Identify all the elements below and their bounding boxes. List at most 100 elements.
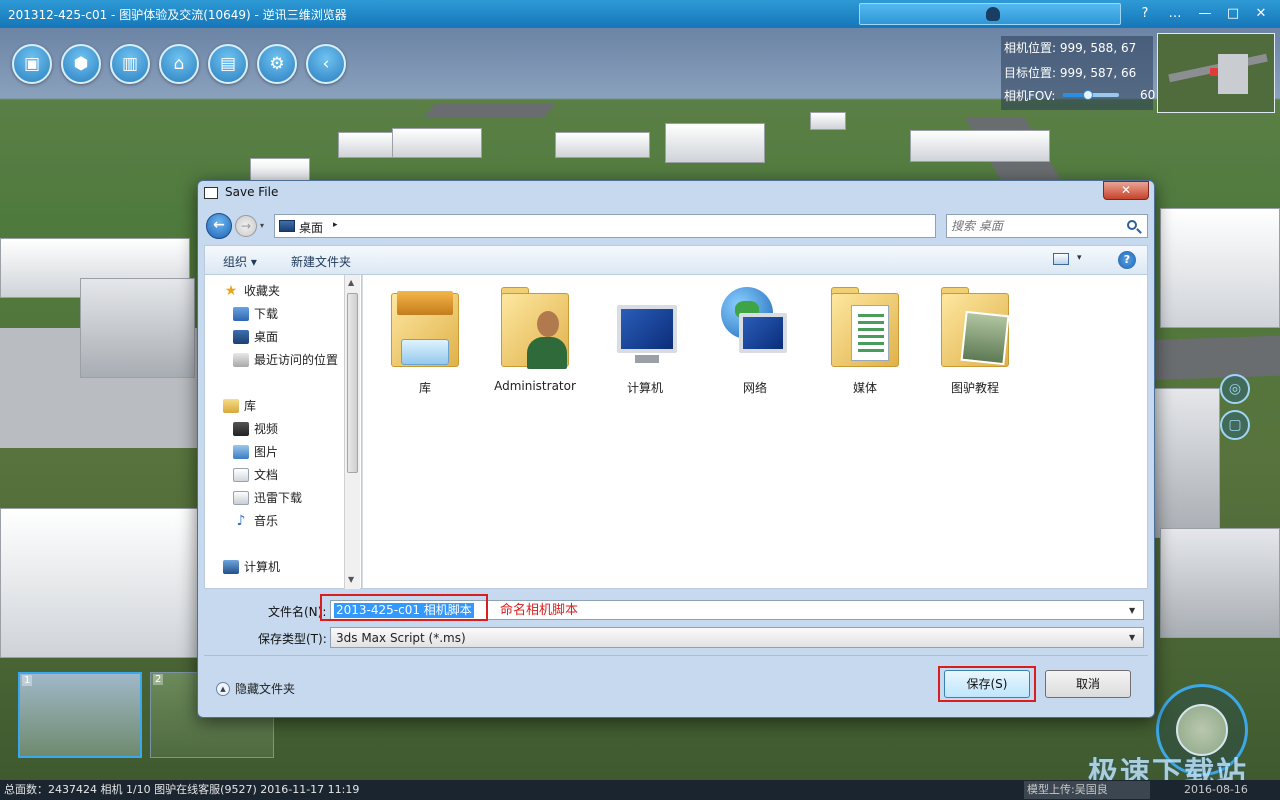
nav-item-label: 库 — [244, 399, 257, 413]
file-label: 网络 — [742, 381, 767, 395]
camera-info-panel: 相机位置: 999, 588, 67 目标位置: 999, 587, 66 相机… — [1001, 36, 1155, 110]
search-input[interactable] — [951, 217, 1121, 235]
close-button[interactable]: ✕ — [1250, 4, 1272, 24]
building — [0, 508, 200, 658]
file-item[interactable]: 图驴教程 — [923, 283, 1027, 403]
help-icon[interactable]: ? — [1118, 251, 1136, 269]
maximize-button[interactable]: □ — [1222, 4, 1244, 24]
nav-item[interactable]: 文档 — [233, 465, 278, 485]
thumbnail-number: 1 — [22, 675, 33, 686]
filetype-dropdown-icon[interactable]: ▼ — [1129, 633, 1135, 642]
nav-item[interactable]: ★ 收藏夹 — [223, 281, 280, 301]
navigation-pane[interactable]: ★ 收藏夹下载桌面最近访问的位置库视频图片文档迅雷下载 ♪ 音乐计算机 — [204, 275, 362, 589]
nav-item[interactable]: 视频 — [233, 419, 278, 439]
search-box[interactable] — [946, 214, 1148, 238]
nav-item-label: 图片 — [254, 445, 279, 459]
file-item[interactable]: 网络 — [703, 283, 807, 403]
filename-highlight — [320, 594, 488, 621]
app-logo-icon — [986, 7, 1000, 21]
computer-icon — [607, 283, 683, 371]
status-date: 2016-08-16 10:09 — [1184, 783, 1248, 796]
new-folder-button[interactable]: 新建文件夹 — [291, 253, 351, 270]
scrollbar-thumb[interactable] — [347, 293, 358, 473]
save-view-button[interactable]: ▣ — [12, 44, 52, 84]
minimap[interactable] — [1157, 33, 1275, 113]
nav-item-label: 桌面 — [254, 330, 279, 344]
back-arrow-icon[interactable]: ← — [206, 213, 232, 239]
navigation-scrollbar[interactable]: ▲ ▼ — [344, 275, 360, 589]
app-title-bar: 201312-425-c01 - 图驴体验及交流(10649) - 逆讯三维浏览… — [0, 0, 1280, 28]
file-item[interactable]: 计算机 — [593, 283, 697, 403]
hide-folders-toggle[interactable]: ▲ 隐藏文件夹 — [216, 680, 295, 697]
model-annotate-button[interactable]: ⬢ — [61, 44, 101, 84]
hide-folders-label: 隐藏文件夹 — [235, 682, 296, 696]
building — [910, 130, 1050, 162]
file-item[interactable]: Administrator — [483, 283, 587, 403]
file-label: Administrator — [494, 379, 576, 393]
fov-slider-handle[interactable] — [1083, 90, 1094, 100]
media-folder-icon — [827, 283, 903, 371]
nav-item[interactable]: 最近访问的位置 — [233, 350, 338, 370]
settings-button[interactable]: ⚙ — [257, 44, 297, 84]
help-icon[interactable]: ? — [1134, 4, 1156, 24]
nav-item-label: 计算机 — [244, 560, 281, 574]
organize-button[interactable]: 组织 ▾ — [223, 253, 257, 270]
camera-position-label: 相机位置: — [1004, 41, 1057, 55]
filename-dropdown-icon[interactable]: ▼ — [1129, 606, 1135, 615]
file-item[interactable]: 媒体 — [813, 283, 917, 403]
annotation-text: 命名相机脚本 — [500, 603, 579, 618]
dialog-close-button[interactable]: ✕ — [1103, 181, 1149, 200]
target-position-value: 999, 587, 66 — [1059, 66, 1137, 80]
upload-info: 模型上传:吴国良(50200) — [1024, 781, 1150, 799]
address-bar[interactable]: 桌面 ▸ ▾ ⟳ — [274, 214, 1002, 238]
home-button[interactable]: ⌂ — [159, 44, 199, 84]
nav-item[interactable]: 库 — [223, 396, 256, 416]
address-text[interactable]: 桌面 — [299, 219, 323, 236]
chevron-up-icon[interactable]: ▲ — [216, 681, 230, 696]
building — [392, 128, 482, 158]
back-button[interactable]: ‹ — [306, 44, 346, 84]
breadcrumb-arrow-icon[interactable]: ▸ — [333, 220, 338, 230]
frame-icon[interactable]: ▢ — [1220, 410, 1250, 440]
picture-icon — [233, 445, 249, 459]
building — [1160, 528, 1280, 638]
search-icon[interactable] — [1127, 220, 1137, 230]
filetype-label: 保存类型(T): — [258, 632, 327, 646]
nav-item[interactable]: 迅雷下载 — [233, 488, 302, 508]
status-info: 总面数：2437424 相机 1/10 图驴在线客服(9527) 2016-11… — [4, 783, 360, 796]
cancel-button[interactable]: 取消 — [1045, 670, 1131, 698]
file-item[interactable]: 库 — [373, 283, 477, 403]
status-bar: 总面数：2437424 相机 1/10 图驴在线客服(9527) 2016-11… — [0, 780, 1280, 800]
forward-arrow-icon[interactable]: → — [235, 215, 257, 237]
nav-item-label: 收藏夹 — [244, 284, 281, 298]
nav-item[interactable]: 计算机 — [223, 557, 280, 577]
nav-item[interactable]: 图片 — [233, 442, 278, 462]
chat-icon[interactable]: … — [1164, 4, 1186, 24]
road — [424, 103, 556, 117]
save-button[interactable]: 保存(S) — [944, 670, 1030, 698]
chart-button[interactable]: ▥ — [110, 44, 150, 84]
nav-item[interactable]: ♪ 音乐 — [233, 511, 278, 531]
minimize-button[interactable]: — — [1194, 4, 1216, 24]
filetype-select[interactable]: 3ds Max Script (*.ms) ▼ — [330, 627, 1144, 648]
camera-icon[interactable]: ◎ — [1220, 374, 1250, 404]
history-dropdown-icon[interactable]: ▾ — [260, 221, 264, 230]
file-list[interactable]: 库 Administrator 计算机 网络 媒体 图驴教程 — [362, 275, 1148, 589]
app-search-field[interactable] — [859, 3, 1121, 25]
desktop-folder-icon — [279, 220, 295, 232]
camera-thumbnail[interactable]: 1 — [18, 672, 142, 758]
scroll-up-icon[interactable]: ▲ — [348, 278, 354, 287]
thunder-icon — [233, 491, 249, 505]
minimap-marker-icon — [1210, 68, 1218, 76]
view-dropdown-icon[interactable]: ▾ — [1077, 253, 1082, 263]
fov-slider[interactable] — [1063, 90, 1119, 100]
scroll-down-icon[interactable]: ▼ — [348, 575, 354, 584]
app-title: 201312-425-c01 - 图驴体验及交流(10649) - 逆讯三维浏览… — [8, 7, 347, 22]
nav-item[interactable]: 下载 — [233, 304, 278, 324]
nav-item[interactable]: 桌面 — [233, 327, 278, 347]
screenshot-button[interactable]: ▤ — [208, 44, 248, 84]
view-icon[interactable] — [1053, 253, 1069, 265]
recent-icon — [233, 353, 249, 367]
star-icon: ★ — [224, 283, 238, 299]
building — [810, 112, 846, 130]
